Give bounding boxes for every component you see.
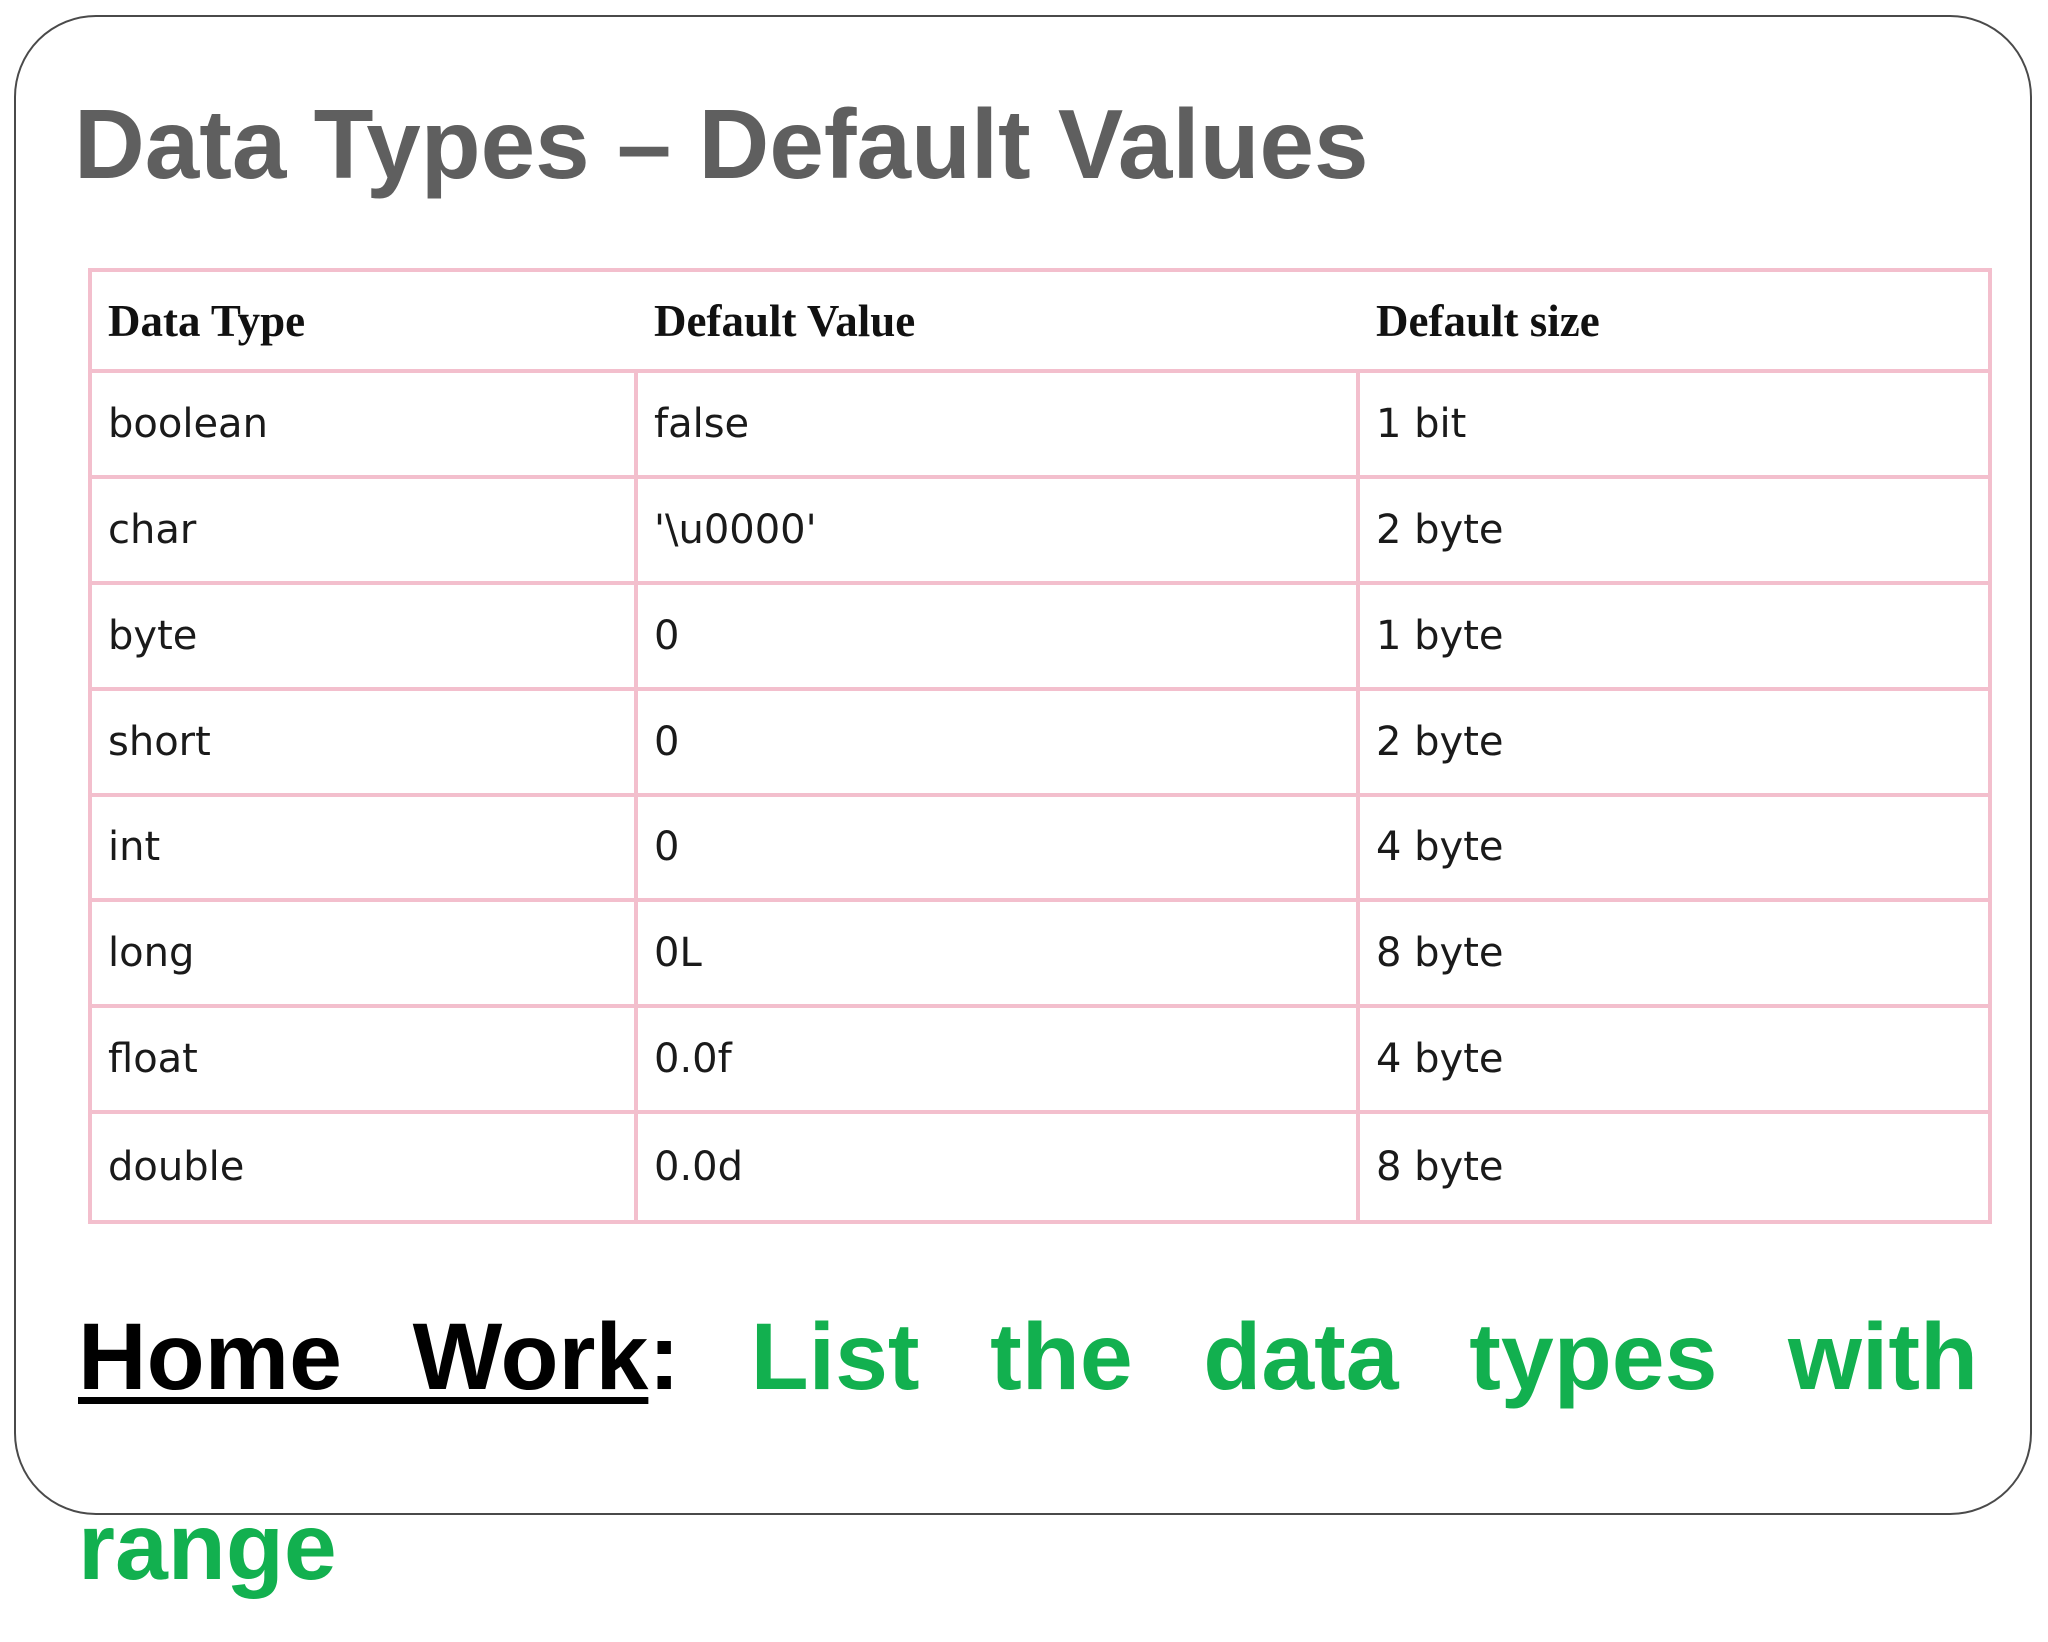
cell-default-value: 0L: [638, 902, 1360, 1009]
homework-colon: :: [648, 1304, 680, 1410]
cell-data-type: float: [92, 1008, 638, 1115]
cell-default-size: 8 byte: [1376, 1144, 1504, 1191]
table-header-row: Data Type Default Value Default size: [92, 272, 1988, 373]
table-row: int 0 4 byte: [92, 796, 1988, 903]
table-row: boolean false 1 bit: [92, 373, 1988, 479]
header-data-type: Data Type: [92, 272, 638, 373]
header-default-value: Default Value: [638, 272, 1360, 373]
table-row: double 0.0d 8 byte: [92, 1114, 1988, 1220]
cell-default-size: 8 byte: [1360, 902, 1988, 1009]
header-default-size: Default size: [1360, 272, 1988, 373]
table-row: byte 0 1 byte: [92, 584, 1988, 691]
cell-default-size: 1 bit: [1360, 373, 1988, 479]
cell-default-value: 0: [638, 796, 1360, 903]
cell-default-value: 0.0d: [638, 1114, 1360, 1220]
cell-data-type: long: [92, 902, 638, 1009]
table-row: short 0 2 byte: [92, 690, 1988, 797]
data-types-table-container: Data Type Default Value Default size boo…: [88, 268, 1992, 1224]
cell-data-type: byte: [92, 584, 638, 691]
cell-default-size: 1 byte: [1360, 585, 1988, 691]
cell-default-size: 4 byte: [1360, 797, 1988, 903]
cell-default-size: 2 byte: [1360, 691, 1988, 797]
cell-default-value: 0: [638, 584, 1360, 691]
cell-data-type: double: [92, 1114, 638, 1220]
cell-default-size: 4 byte: [1360, 1008, 1988, 1115]
table-row: long 0L 8 byte: [92, 902, 1988, 1009]
data-types-table: Data Type Default Value Default size boo…: [88, 268, 1992, 1224]
cell-data-type: int: [92, 796, 638, 903]
cell-data-type: boolean: [92, 373, 638, 479]
homework-text: Home Work: List the data types with rang…: [78, 1262, 1978, 1642]
table-row: char '\u0000' 2 byte: [92, 478, 1988, 585]
table-row: float 0.0f 4 byte: [92, 1008, 1988, 1115]
cell-default-size: 2 byte: [1360, 479, 1988, 585]
homework-label: Home Work: [78, 1304, 649, 1410]
cell-data-type: short: [92, 690, 638, 797]
cell-default-value: 0: [638, 690, 1360, 797]
cell-data-type: char: [92, 478, 638, 585]
cell-default-value: false: [638, 373, 1360, 479]
slide-title: Data Types – Default Values: [74, 89, 1369, 199]
cell-default-value: 0.0f: [638, 1008, 1360, 1115]
cell-default-value: '\u0000': [638, 478, 1360, 585]
